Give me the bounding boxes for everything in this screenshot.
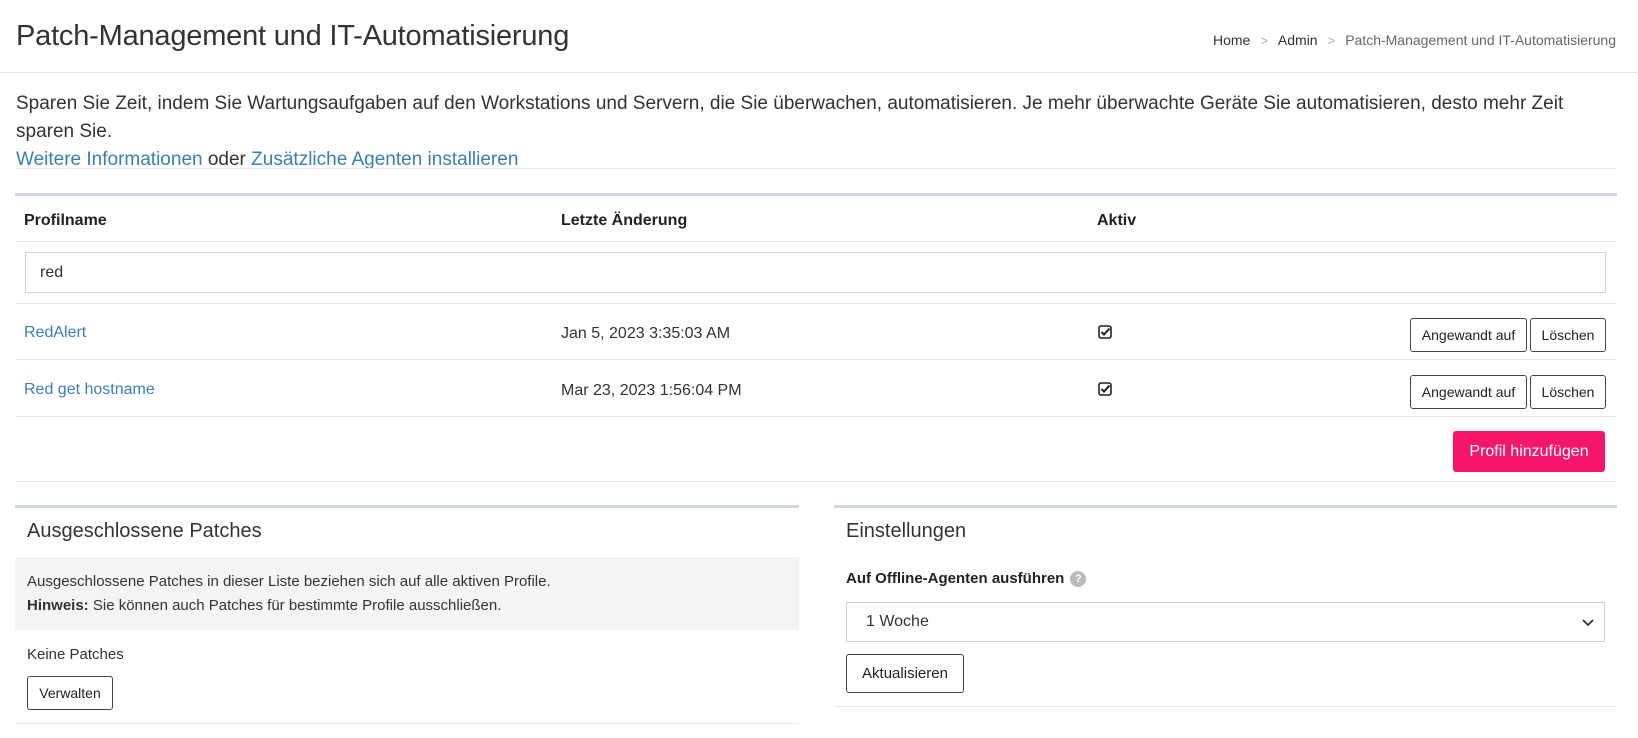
- delete-button[interactable]: Löschen: [1530, 375, 1606, 409]
- profiles-table: Profilname Letzte Änderung Aktiv RedAler…: [15, 193, 1617, 482]
- offline-duration-value: 1 Woche: [866, 613, 929, 630]
- note-label: Hinweis:: [27, 597, 89, 614]
- delete-button[interactable]: Löschen: [1530, 318, 1606, 352]
- applied-to-button[interactable]: Angewandt auf: [1410, 375, 1527, 409]
- offline-agents-label: Auf Offline-Agenten ausführen ?: [846, 570, 1087, 587]
- profile-name-link[interactable]: RedAlert: [24, 324, 86, 342]
- excluded-patches-panel: Ausgeschlossene Patches Ausgeschlossene …: [15, 505, 799, 724]
- more-info-link[interactable]: Weitere Informationen: [16, 149, 203, 170]
- checked-checkbox-icon: [1098, 382, 1112, 396]
- profile-filter-input[interactable]: [25, 252, 1606, 293]
- profile-name-link[interactable]: Red get hostname: [24, 381, 155, 399]
- column-header-active[interactable]: Aktiv: [1097, 212, 1136, 230]
- divider: [15, 168, 1617, 169]
- add-profile-button[interactable]: Profil hinzufügen: [1453, 431, 1605, 472]
- column-header-name[interactable]: Profilname: [24, 212, 107, 230]
- page-title: Patch-Management und IT-Automatisierung: [16, 20, 570, 52]
- profile-modified-date: Mar 23, 2023 1:56:04 PM: [561, 382, 742, 399]
- intro-description: Sparen Sie Zeit, indem Sie Wartungsaufga…: [16, 93, 1564, 142]
- column-header-modified[interactable]: Letzte Änderung: [561, 212, 687, 230]
- breadcrumb-separator: >: [1327, 32, 1336, 48]
- row-divider: [15, 416, 1617, 417]
- intro-connector: oder: [207, 149, 246, 170]
- offline-agents-label-text: Auf Offline-Agenten ausführen: [846, 570, 1065, 587]
- help-icon[interactable]: ?: [1070, 570, 1087, 587]
- row-divider: [15, 359, 1617, 360]
- row-divider: [15, 241, 1617, 242]
- page-header: Patch-Management und IT-Automatisierung …: [0, 0, 1638, 73]
- excluded-patches-note: Ausgeschlossene Patches in dieser Liste …: [15, 557, 799, 630]
- empty-patches-text: Keine Patches: [27, 646, 124, 663]
- breadcrumb-separator: >: [1260, 32, 1268, 48]
- applied-to-button[interactable]: Angewandt auf: [1410, 318, 1527, 352]
- settings-panel: Einstellungen Auf Offline-Agenten ausfüh…: [834, 505, 1617, 707]
- intro-text: Sparen Sie Zeit, indem Sie Wartungsaufga…: [16, 90, 1616, 174]
- offline-duration-select[interactable]: 1 Woche: [846, 602, 1605, 642]
- row-divider: [15, 303, 1617, 304]
- chevron-down-icon: [1582, 619, 1594, 627]
- settings-title: Einstellungen: [846, 520, 967, 542]
- profile-modified-date: Jan 5, 2023 3:35:03 AM: [561, 325, 731, 342]
- install-agents-link[interactable]: Zusätzliche Agenten installieren: [251, 149, 518, 170]
- note-hint: Sie können auch Patches für bestimmte Pr…: [92, 597, 502, 614]
- note-text: Ausgeschlossene Patches in dieser Liste …: [27, 573, 551, 590]
- breadcrumb-current: Patch-Management und IT-Automatisierung: [1345, 32, 1616, 48]
- update-button[interactable]: Aktualisieren: [846, 654, 964, 693]
- excluded-patches-title: Ausgeschlossene Patches: [27, 520, 262, 542]
- breadcrumb: Home > Admin > Patch-Management und IT-A…: [1213, 32, 1616, 48]
- breadcrumb-home[interactable]: Home: [1213, 32, 1250, 48]
- manage-button[interactable]: Verwalten: [27, 676, 113, 710]
- breadcrumb-admin[interactable]: Admin: [1278, 32, 1318, 48]
- checked-checkbox-icon: [1098, 325, 1112, 339]
